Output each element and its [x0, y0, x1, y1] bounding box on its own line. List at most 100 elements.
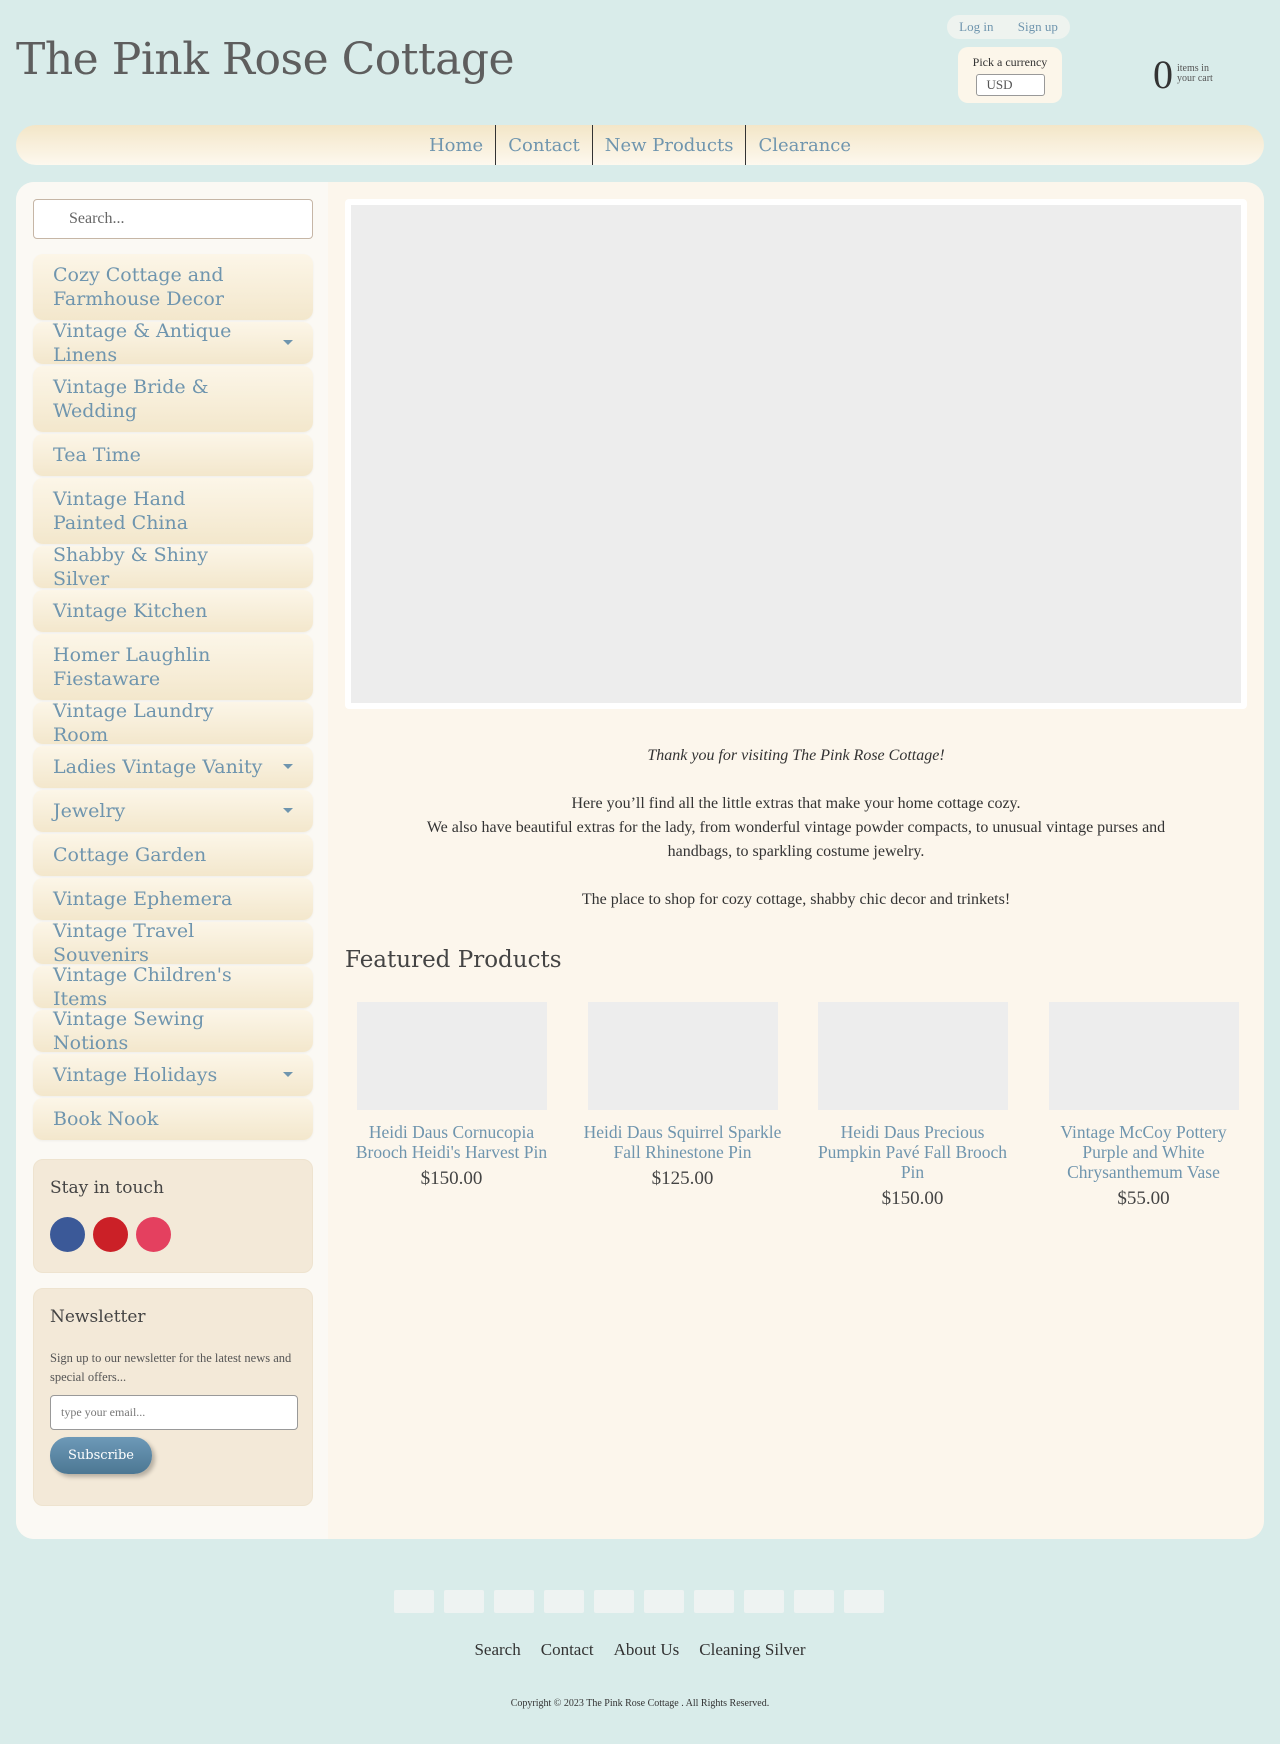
- category-item[interactable]: Jewelry: [33, 790, 313, 832]
- main-panel: Cozy Cottage and Farmhouse Decor Vintage…: [16, 182, 1264, 1539]
- payment-icon: [744, 1590, 784, 1613]
- caret-down-icon[interactable]: [283, 764, 293, 769]
- product-image[interactable]: [356, 1002, 547, 1110]
- category-item[interactable]: Homer Laughlin Fiestaware: [33, 634, 313, 700]
- category-label: Cottage Garden: [53, 844, 207, 866]
- account-links: Log in Sign up: [947, 15, 1070, 39]
- caret-down-icon[interactable]: [283, 1072, 293, 1077]
- nav-home[interactable]: Home: [417, 125, 495, 165]
- category-item[interactable]: Vintage Kitchen: [33, 590, 313, 632]
- product-image[interactable]: [1048, 1002, 1239, 1110]
- category-item[interactable]: Book Nook: [33, 1098, 313, 1140]
- signup-link[interactable]: Sign up: [1018, 19, 1058, 35]
- category-label: Vintage Children's Items: [53, 964, 232, 1010]
- product-price: $55.00: [1117, 1188, 1170, 1209]
- category-label: Shabby & Shiny Silver: [53, 544, 208, 590]
- category-label: Tea Time: [53, 444, 141, 466]
- login-link[interactable]: Log in: [959, 19, 993, 35]
- payment-icon: [544, 1590, 584, 1613]
- category-item[interactable]: Shabby & Shiny Silver: [33, 544, 313, 590]
- subscribe-button[interactable]: Subscribe: [50, 1437, 152, 1474]
- welcome-message: Thank you for visiting The Pink Rose Cot…: [345, 744, 1247, 912]
- category-item[interactable]: Cottage Garden: [33, 834, 313, 876]
- caret-down-icon[interactable]: [283, 808, 293, 813]
- category-label: Vintage Laundry Room: [53, 700, 214, 746]
- welcome-line: We also have beautiful extras for the la…: [426, 819, 1166, 860]
- category-item[interactable]: Cozy Cottage and Farmhouse Decor: [33, 254, 313, 320]
- product-name[interactable]: Heidi Daus Squirrel Sparkle Fall Rhinest…: [576, 1122, 789, 1162]
- caret-down-icon[interactable]: [283, 340, 293, 345]
- payment-icon: [794, 1590, 834, 1613]
- product-card: Heidi Daus Cornucopia Brooch Heidi's Har…: [345, 1002, 558, 1190]
- category-item[interactable]: Vintage Sewing Notions: [33, 1008, 313, 1054]
- category-label: Vintage & Antique Linens: [53, 320, 232, 366]
- product-name[interactable]: Vintage McCoy Pottery Purple and White C…: [1037, 1122, 1250, 1182]
- newsletter-text: Sign up to our newsletter for the latest…: [50, 1351, 292, 1384]
- category-label: Vintage Kitchen: [53, 600, 208, 622]
- site-title[interactable]: The Pink Rose Cottage: [16, 34, 515, 85]
- product-price: $150.00: [420, 1168, 483, 1189]
- category-item[interactable]: Vintage Hand Painted China: [33, 478, 313, 544]
- category-item[interactable]: Vintage & Antique Linens: [33, 320, 313, 366]
- product-name[interactable]: Heidi Daus Cornucopia Brooch Heidi's Har…: [345, 1122, 558, 1162]
- social-links: [50, 1217, 171, 1252]
- category-item[interactable]: Tea Time: [33, 434, 313, 476]
- stay-in-touch-title: Stay in touch: [50, 1178, 164, 1198]
- email-field[interactable]: [50, 1395, 298, 1430]
- footer-link-cleaning-silver[interactable]: Cleaning Silver: [699, 1640, 805, 1660]
- product-card: Vintage McCoy Pottery Purple and White C…: [1037, 1002, 1250, 1210]
- nav-new-products[interactable]: New Products: [593, 125, 746, 165]
- category-item[interactable]: Ladies Vintage Vanity: [33, 746, 313, 788]
- footer-link-contact[interactable]: Contact: [541, 1640, 594, 1660]
- category-label: Vintage Ephemera: [53, 888, 233, 910]
- pinterest-icon[interactable]: [93, 1217, 128, 1252]
- product-card: Heidi Daus Squirrel Sparkle Fall Rhinest…: [576, 1002, 789, 1190]
- search-input[interactable]: [33, 199, 313, 239]
- category-item[interactable]: Vintage Ephemera: [33, 878, 313, 920]
- cart-summary[interactable]: 0 items in your cart: [1153, 53, 1227, 95]
- category-list: Cozy Cottage and Farmhouse Decor Vintage…: [33, 254, 313, 1142]
- product-image[interactable]: [817, 1002, 1008, 1110]
- payment-icon: [444, 1590, 484, 1613]
- footer-link-about[interactable]: About Us: [614, 1640, 680, 1660]
- category-label: Cozy Cottage and Farmhouse Decor: [53, 264, 224, 310]
- category-item[interactable]: Vintage Children's Items: [33, 964, 313, 1010]
- footer-nav: Search Contact About Us Cleaning Silver: [0, 1640, 1280, 1660]
- payment-icon: [644, 1590, 684, 1613]
- category-label: Vintage Bride & Wedding: [53, 376, 209, 422]
- category-label: Homer Laughlin Fiestaware: [53, 644, 211, 690]
- product-image[interactable]: [587, 1002, 778, 1110]
- category-item[interactable]: Vintage Bride & Wedding: [33, 366, 313, 432]
- cart-label: items in your cart: [1177, 63, 1213, 84]
- copyright: Copyright © 2023 The Pink Rose Cottage .…: [510, 1698, 770, 1709]
- category-label: Ladies Vintage Vanity: [53, 756, 263, 778]
- category-label: Vintage Hand Painted China: [53, 488, 189, 534]
- product-card: Heidi Daus Precious Pumpkin Pavé Fall Br…: [806, 1002, 1019, 1210]
- category-label: Vintage Travel Souvenirs: [53, 920, 195, 966]
- welcome-line: Here you’ll find all the little extras t…: [571, 795, 1021, 812]
- stay-in-touch-box: Stay in touch: [33, 1159, 313, 1273]
- category-item[interactable]: Vintage Holidays: [33, 1054, 313, 1096]
- search-icon: [43, 211, 55, 223]
- product-name[interactable]: Heidi Daus Precious Pumpkin Pavé Fall Br…: [806, 1122, 1019, 1182]
- payment-icon: [494, 1590, 534, 1613]
- cart-count: 0: [1153, 52, 1173, 97]
- payment-icon: [844, 1590, 884, 1613]
- currency-label: Pick a currency: [972, 55, 1048, 69]
- newsletter-title: Newsletter: [50, 1307, 146, 1327]
- category-label: Vintage Sewing Notions: [53, 1008, 205, 1054]
- payment-icon: [694, 1590, 734, 1613]
- facebook-icon[interactable]: [50, 1217, 85, 1252]
- category-label: Jewelry: [53, 800, 126, 822]
- nav-contact[interactable]: Contact: [496, 125, 591, 165]
- nav-clearance[interactable]: Clearance: [746, 125, 863, 165]
- instagram-icon[interactable]: [136, 1217, 171, 1252]
- category-label: Book Nook: [53, 1108, 159, 1130]
- footer-link-search[interactable]: Search: [474, 1640, 520, 1660]
- category-item[interactable]: Vintage Travel Souvenirs: [33, 920, 313, 966]
- hero-slideshow[interactable]: [345, 199, 1247, 709]
- featured-products-title: Featured Products: [345, 947, 562, 973]
- currency-select[interactable]: USD: [975, 74, 1045, 96]
- category-item[interactable]: Vintage Laundry Room: [33, 700, 313, 746]
- hero-image: [351, 205, 1241, 703]
